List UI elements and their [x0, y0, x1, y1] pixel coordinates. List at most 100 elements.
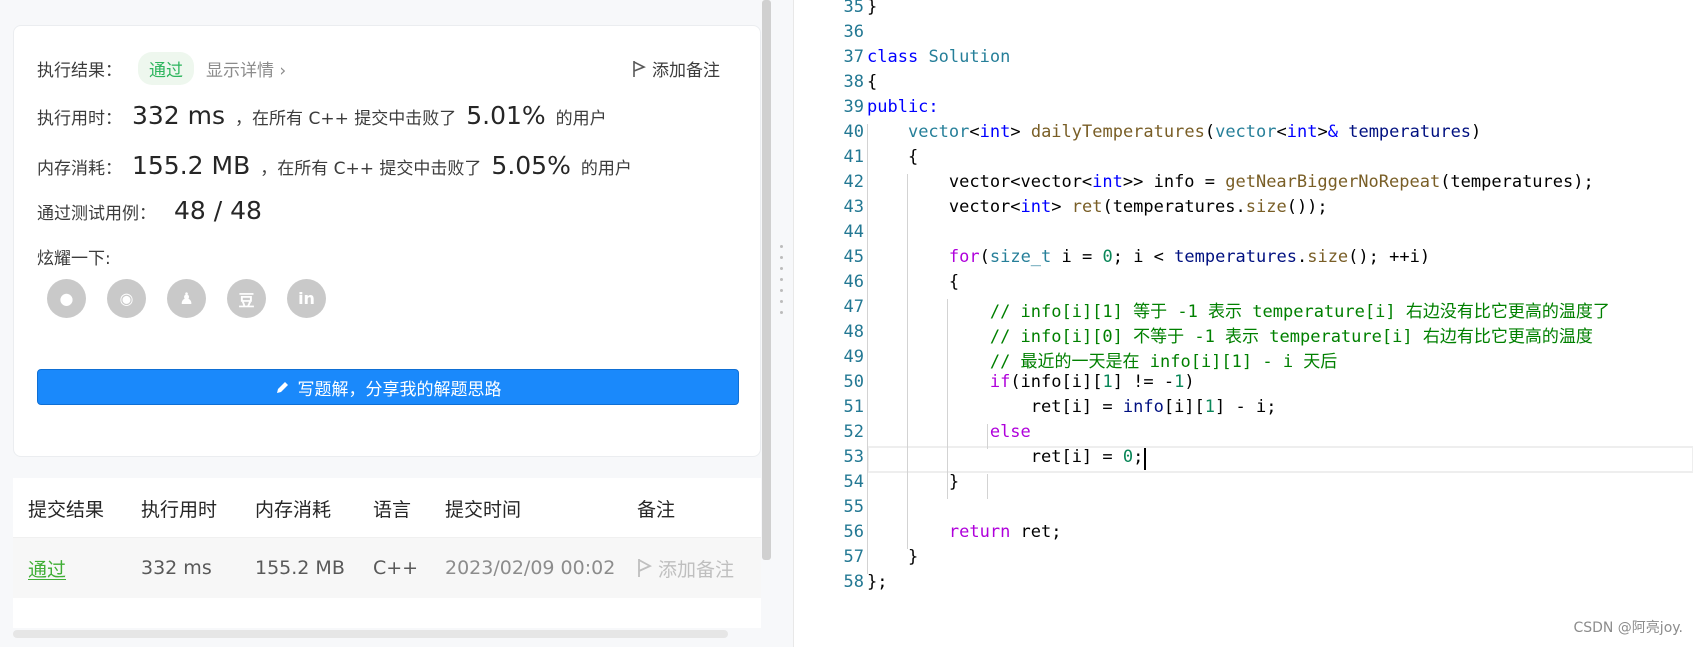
runtime-value: 332 ms: [132, 101, 226, 130]
share-row: 炫耀一下:: [37, 244, 111, 269]
text-caret: [1144, 448, 1146, 470]
code-line: vector<vector<int>> info = getNearBigger…: [867, 172, 1594, 192]
line-number: 50: [843, 372, 864, 392]
line-number: 43: [843, 197, 864, 217]
memory-row: 内存消耗： 155.2 MB ，在所有 C++ 提交中击败了 5.05% 的用户: [37, 151, 632, 180]
code-editor[interactable]: 35} 36 37 class Solution 38{39 public: 40 vect…: [793, 0, 1693, 647]
horizontal-scrollbar[interactable]: [13, 630, 728, 638]
weibo-icon[interactable]: ◉: [107, 279, 146, 318]
memory-beat-text: ，在所有 C++ 提交中击败了: [260, 159, 482, 179]
runtime-row: 执行用时： 332 ms ，在所有 C++ 提交中击败了 5.01% 的用户: [37, 101, 607, 130]
code-line: class Solution: [867, 47, 1011, 67]
line-number: 35: [843, 0, 864, 17]
header-result: 提交结果: [28, 498, 105, 521]
line-number: 54: [843, 472, 864, 492]
line-number: 41: [843, 147, 864, 167]
testcases-label: 通过测试用例：: [37, 204, 156, 224]
line-number: 38: [843, 72, 864, 92]
wechat-icon[interactable]: ●: [47, 279, 86, 318]
line-number: 42: [843, 172, 864, 192]
write-solution-label: 写题解，分享我的解题思路: [297, 379, 502, 400]
line-number: 37: [843, 47, 864, 67]
header-memory: 内存消耗: [255, 498, 332, 521]
line-number: 57: [843, 547, 864, 567]
header-note: 备注: [637, 498, 676, 521]
line-number: 36: [843, 22, 864, 42]
runtime-beat-text: ，在所有 C++ 提交中击败了: [235, 109, 457, 129]
code-line: else: [989, 422, 1031, 442]
line-number: 58: [843, 572, 864, 592]
douban-icon[interactable]: 豆: [227, 279, 266, 318]
header-submit-time: 提交时间: [445, 498, 522, 521]
memory-suffix: 的用户: [580, 159, 632, 179]
line-number: 46: [843, 272, 864, 292]
line-number: 49: [843, 347, 864, 367]
code-line: {: [867, 147, 919, 167]
submissions-table: 提交结果 执行用时 内存消耗 语言 提交时间 备注 通过 332 ms 155.…: [13, 478, 761, 628]
table-row[interactable]: 通过 332 ms 155.2 MB C++ 2023/02/09 00:02 …: [13, 538, 761, 598]
status-badge: 通过: [138, 52, 194, 85]
flag-icon: [638, 559, 652, 577]
testcases-value: 48 / 48: [174, 196, 262, 225]
social-share-icons: ● ◉ ♟ 豆 in: [47, 279, 326, 318]
line-number: 39: [843, 97, 864, 117]
header-runtime: 执行用时: [141, 498, 218, 521]
flag-icon: [633, 60, 646, 77]
share-label: 炫耀一下:: [37, 249, 111, 269]
code-line: ret[i] = 0;: [867, 447, 1144, 467]
row-add-note-button[interactable]: 添加备注: [637, 538, 734, 598]
line-number: 45: [843, 247, 864, 267]
watermark: CSDN @阿亮joy.: [1573, 620, 1683, 636]
row-runtime: 332 ms: [141, 557, 212, 579]
runtime-percent: 5.01%: [466, 101, 546, 130]
line-number: 52: [843, 422, 864, 442]
code-line: ret[i] = info[i][1] - i;: [867, 397, 1277, 417]
runtime-suffix: 的用户: [555, 109, 607, 129]
line-number: 44: [843, 222, 864, 242]
drag-handle-icon: [780, 245, 784, 322]
runtime-label: 执行用时：: [37, 109, 122, 129]
code-line: return ret;: [948, 522, 1062, 542]
pencil-icon: [276, 381, 288, 393]
memory-label: 内存消耗：: [37, 159, 122, 179]
code-line: vector<int> dailyTemperatures(vector<int…: [907, 122, 1482, 142]
row-result-link[interactable]: 通过: [28, 538, 66, 598]
qq-icon[interactable]: ♟: [167, 279, 206, 318]
code-line: if(info[i][1] != -1): [989, 372, 1195, 392]
panel-resize-handle[interactable]: [771, 0, 793, 647]
line-number: 47: [843, 297, 864, 317]
line-number: 55: [843, 497, 864, 517]
write-solution-button[interactable]: 写题解，分享我的解题思路: [37, 369, 739, 405]
table-header: 提交结果 执行用时 内存消耗 语言 提交时间 备注: [13, 478, 761, 538]
add-note-button[interactable]: 添加备注: [632, 56, 720, 81]
line-number: 51: [843, 397, 864, 417]
code-line: public:: [867, 97, 939, 117]
row-add-note-label: 添加备注: [658, 558, 735, 581]
code-line: }: [867, 472, 960, 492]
line-number: 56: [843, 522, 864, 542]
code-line: // info[i][0] 不等于 -1 表示 temperature[i] 右…: [989, 327, 1593, 347]
status-row: 执行结果： 通过 显示详情 ›: [37, 52, 286, 85]
row-language: C++: [373, 557, 419, 579]
code-line: for(size_t i = 0; i < temperatures.size(…: [948, 247, 1431, 267]
add-note-label: 添加备注: [652, 61, 720, 81]
row-memory: 155.2 MB: [255, 557, 345, 579]
linkedin-icon[interactable]: in: [287, 279, 326, 318]
line-number: 53: [843, 447, 864, 467]
show-details-link[interactable]: 显示详情 ›: [206, 56, 286, 81]
code-line: vector<int> ret(temperatures.size());: [867, 197, 1328, 217]
code-line: // 最近的一天是在 info[i][1] - i 天后: [989, 352, 1338, 372]
memory-percent: 5.05%: [491, 151, 571, 180]
code-line: {: [867, 72, 878, 92]
vertical-scrollbar[interactable]: [762, 0, 771, 560]
line-number: 48: [843, 322, 864, 342]
row-submit-time: 2023/02/09 00:02: [445, 557, 616, 579]
code-line: {: [867, 272, 960, 292]
memory-value: 155.2 MB: [132, 151, 251, 180]
code-line: }: [867, 0, 878, 17]
submission-panel: 执行结果： 通过 显示详情 › 添加备注 执行用时： 332 ms ，在所有 C…: [0, 0, 771, 647]
line-number: 40: [843, 122, 864, 142]
code-line: // info[i][1] 等于 -1 表示 temperature[i] 右边…: [989, 302, 1610, 322]
code-line: };: [867, 572, 888, 592]
result-card: 执行结果： 通过 显示详情 › 添加备注 执行用时： 332 ms ，在所有 C…: [13, 25, 761, 457]
